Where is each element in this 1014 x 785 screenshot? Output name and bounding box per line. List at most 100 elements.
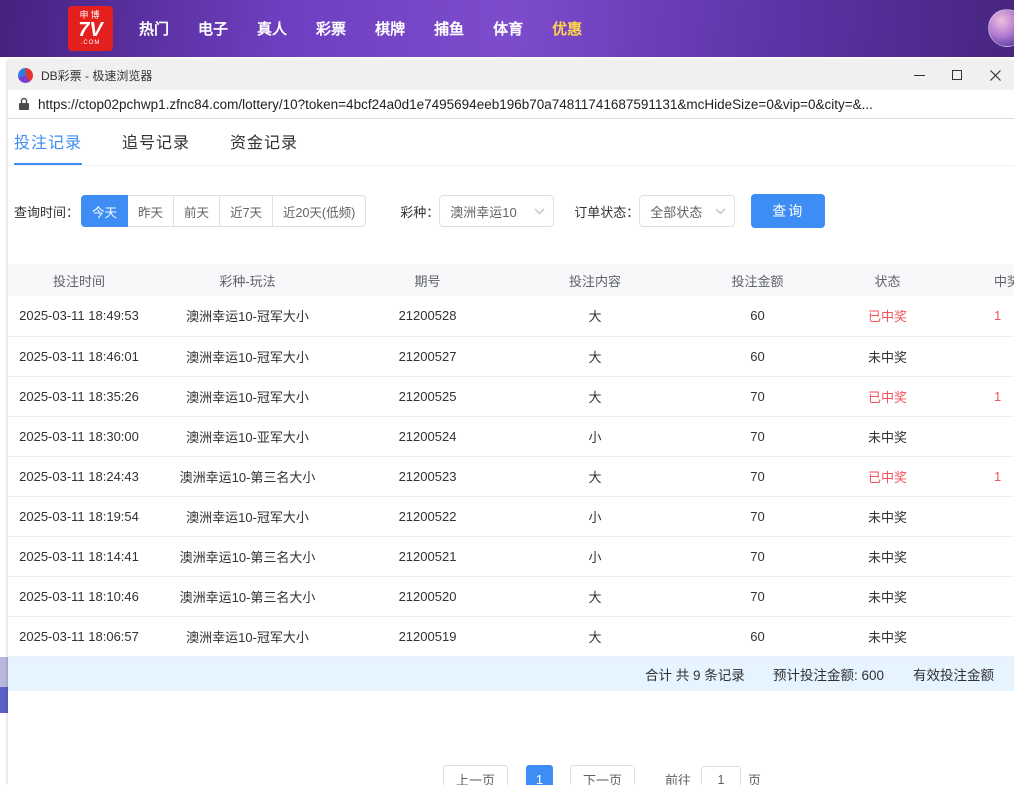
header-bet-content: 投注内容	[510, 264, 680, 296]
nav-item-fishing[interactable]: 捕鱼	[434, 18, 464, 39]
cell-win-amount: 1	[940, 376, 1014, 416]
site-top-nav: 申博 7V .COM 热门 电子 真人 彩票 棋牌 捕鱼 体育 优惠	[0, 0, 1014, 57]
cell-bet-content: 小	[510, 416, 680, 456]
cell-bet-amount: 60	[680, 296, 835, 336]
cell-bet-content: 大	[510, 616, 680, 656]
expected-bet-amount-text: 预计投注金额: 600	[773, 664, 884, 684]
cell-game-play: 澳洲幸运10-冠军大小	[150, 376, 345, 416]
close-icon	[990, 70, 1001, 81]
filter-bar: 查询时间： 今天 昨天 前天 近7天 近20天(低频) 彩种： 澳洲幸运10 订…	[8, 194, 1014, 228]
goto-page-label: 前往	[665, 770, 691, 785]
tab-fund-records[interactable]: 资金记录	[230, 119, 298, 165]
table-header-row: 投注时间 彩种-玩法 期号 投注内容 投注金额 状态 中奖金额	[8, 264, 1014, 296]
query-time-label: 查询时间：	[14, 202, 79, 221]
filter-last20days-button[interactable]: 近20天(低频)	[273, 195, 366, 227]
search-button[interactable]: 查询	[751, 194, 825, 228]
chevron-down-icon	[715, 208, 726, 215]
filter-today-button[interactable]: 今天	[81, 195, 128, 227]
cell-status: 已中奖	[835, 456, 940, 496]
address-bar[interactable]: https://ctop02pchwp1.zfnc84.com/lottery/…	[8, 90, 1014, 119]
url-text[interactable]: https://ctop02pchwp1.zfnc84.com/lottery/…	[38, 97, 873, 112]
filter-day-before-button[interactable]: 前天	[174, 195, 220, 227]
cell-status: 未中奖	[835, 536, 940, 576]
cell-issue-number: 21200521	[345, 536, 510, 576]
lottery-records-page: 投注记录 追号记录 资金记录 查询时间： 今天 昨天 前天 近7天 近20天(低…	[8, 119, 1014, 691]
cell-bet-time: 2025-03-11 18:06:57	[8, 616, 150, 656]
goto-page-input[interactable]	[701, 766, 741, 785]
nav-item-boardgames[interactable]: 棋牌	[375, 18, 405, 39]
cell-status: 未中奖	[835, 616, 940, 656]
lottery-type-label: 彩种：	[400, 202, 439, 221]
nav-item-slots[interactable]: 电子	[198, 18, 228, 39]
nav-item-live[interactable]: 真人	[257, 18, 287, 39]
filter-yesterday-button[interactable]: 昨天	[128, 195, 174, 227]
table-row: 2025-03-11 18:46:01 澳洲幸运10-冠军大小 21200527…	[8, 336, 1014, 376]
cell-bet-content: 小	[510, 536, 680, 576]
header-game-play: 彩种-玩法	[150, 264, 345, 296]
cell-game-play: 澳洲幸运10-亚军大小	[150, 416, 345, 456]
cell-bet-content: 小	[510, 496, 680, 536]
cell-game-play: 澳洲幸运10-第三名大小	[150, 576, 345, 616]
cell-bet-content: 大	[510, 336, 680, 376]
cell-bet-time: 2025-03-11 18:35:26	[8, 376, 150, 416]
cell-bet-time: 2025-03-11 18:24:43	[8, 456, 150, 496]
order-status-value: 全部状态	[650, 202, 702, 221]
cell-status: 未中奖	[835, 576, 940, 616]
browser-title-bar[interactable]: DB彩票 - 极速浏览器	[8, 60, 1014, 90]
window-controls	[900, 60, 1014, 90]
maximize-button[interactable]	[938, 60, 976, 90]
bet-records-table: 投注时间 彩种-玩法 期号 投注内容 投注金额 状态 中奖金额 2025-03-…	[8, 264, 1014, 657]
next-page-button[interactable]: 下一页	[570, 765, 635, 785]
logo-text-main: 7V	[78, 20, 102, 40]
cell-status: 已中奖	[835, 296, 940, 336]
cell-bet-amount: 60	[680, 616, 835, 656]
cell-win-amount	[940, 336, 1014, 376]
header-bet-time: 投注时间	[8, 264, 150, 296]
prev-page-button[interactable]: 上一页	[443, 765, 508, 785]
cell-win-amount: 1	[940, 296, 1014, 336]
desktop-background-strip	[0, 687, 8, 713]
order-status-select[interactable]: 全部状态	[639, 195, 735, 227]
nav-item-promos[interactable]: 优惠	[552, 18, 582, 39]
goto-page-unit: 页	[748, 770, 761, 785]
site-logo[interactable]: 申博 7V .COM	[68, 6, 113, 51]
user-avatar[interactable]	[988, 9, 1014, 47]
table-row: 2025-03-11 18:10:46 澳洲幸运10-第三名大小 2120052…	[8, 576, 1014, 616]
db-lottery-favicon-icon	[18, 68, 33, 83]
lottery-type-select[interactable]: 澳洲幸运10	[439, 195, 554, 227]
cell-issue-number: 21200528	[345, 296, 510, 336]
nav-item-hot[interactable]: 热门	[139, 18, 169, 39]
desktop: 申博 7V .COM 热门 电子 真人 彩票 棋牌 捕鱼 体育 优惠 DB彩票 …	[0, 0, 1014, 785]
lottery-type-value: 澳洲幸运10	[450, 202, 516, 221]
minimize-icon	[914, 75, 925, 76]
cell-issue-number: 21200524	[345, 416, 510, 456]
nav-item-lottery[interactable]: 彩票	[316, 18, 346, 39]
pagination: 上一页 1 下一页 前往 页	[8, 765, 1014, 785]
minimize-button[interactable]	[900, 60, 938, 90]
table-row: 2025-03-11 18:06:57 澳洲幸运10-冠军大小 21200519…	[8, 616, 1014, 656]
header-bet-amount: 投注金额	[680, 264, 835, 296]
cell-bet-time: 2025-03-11 18:14:41	[8, 536, 150, 576]
cell-issue-number: 21200519	[345, 616, 510, 656]
tab-chase-records[interactable]: 追号记录	[122, 119, 190, 165]
summary-bar: 合计 共 9 条记录 预计投注金额: 600 有效投注金额	[8, 657, 1014, 691]
page-1-button[interactable]: 1	[526, 765, 553, 785]
maximize-icon	[952, 70, 962, 80]
chevron-down-icon	[534, 208, 545, 215]
cell-issue-number: 21200522	[345, 496, 510, 536]
valid-bet-amount-text: 有效投注金额	[913, 664, 994, 684]
cell-bet-amount: 60	[680, 336, 835, 376]
tab-bet-records[interactable]: 投注记录	[14, 119, 82, 165]
cell-game-play: 澳洲幸运10-冠军大小	[150, 296, 345, 336]
close-button[interactable]	[976, 60, 1014, 90]
nav-item-sports[interactable]: 体育	[493, 18, 523, 39]
cell-status: 已中奖	[835, 376, 940, 416]
cell-win-amount	[940, 616, 1014, 656]
cell-win-amount	[940, 536, 1014, 576]
cell-bet-content: 大	[510, 296, 680, 336]
filter-last7days-button[interactable]: 近7天	[220, 195, 273, 227]
cell-bet-amount: 70	[680, 376, 835, 416]
order-status-label: 订单状态：	[574, 202, 639, 221]
main-menu: 热门 电子 真人 彩票 棋牌 捕鱼 体育 优惠	[139, 18, 582, 39]
total-records-text: 合计 共 9 条记录	[645, 664, 745, 684]
